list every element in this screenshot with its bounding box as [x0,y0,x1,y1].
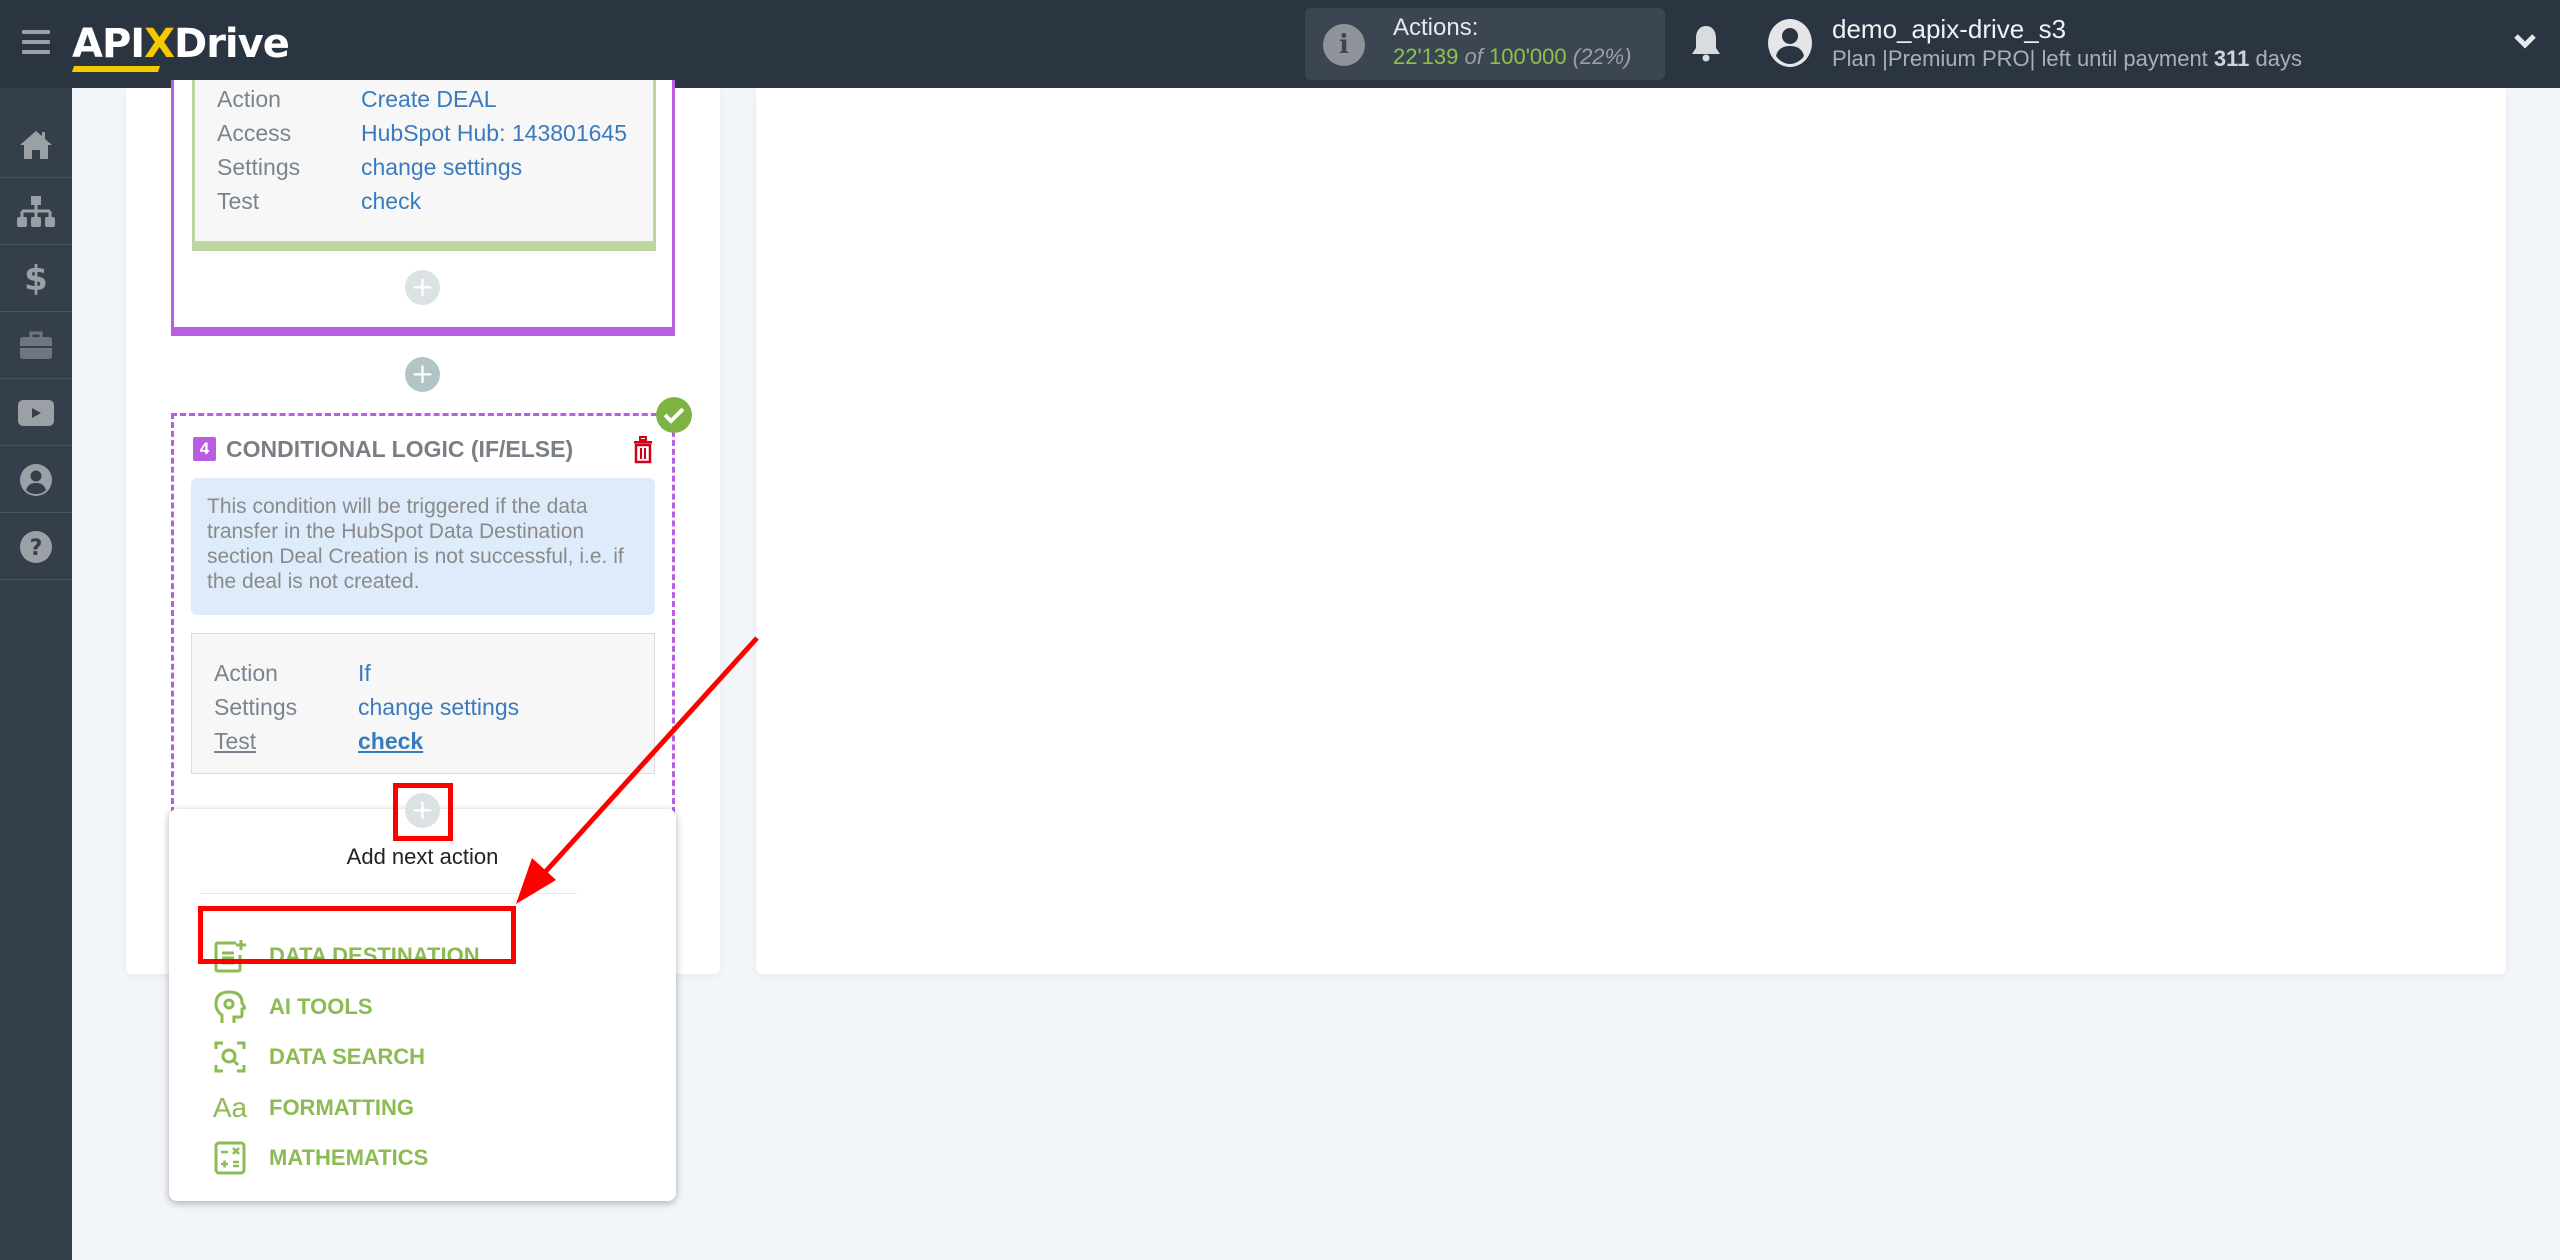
ai-tools-icon [214,990,246,1023]
menu-toggle-button[interactable] [22,30,50,54]
add-action-button[interactable]: + [405,357,440,392]
youtube-icon [18,399,54,426]
access-value-link[interactable]: HubSpot Hub: 143801645 [361,120,627,146]
menu-item-data-destination[interactable]: DATA DESTINATION [213,934,480,978]
row-test: Test check [214,724,423,758]
row-settings: Settings change settings [214,690,519,724]
logo-underline [71,66,161,72]
add-inner-action-button[interactable]: + [405,270,440,305]
change-settings-link[interactable]: change settings [358,694,519,720]
question-circle-icon: ? [20,530,52,563]
trash-icon[interactable] [632,436,654,464]
dollar-icon: $ [24,258,48,299]
menu-item-label: FORMATTING [269,1095,415,1120]
svg-text:?: ? [30,536,43,561]
sidebar-item-connections[interactable] [0,179,72,245]
sidebar-item-billing[interactable]: $ [0,246,72,312]
sitemap-icon [17,195,55,227]
menu-item-label: MATHEMATICS [269,1145,429,1170]
details-panel [756,88,2506,974]
row-key: Test [214,728,257,754]
chevron-down-icon[interactable] [2512,30,2538,52]
top-bar: APIXDrive i Actions: 22'139 of 100'000 (… [0,0,2560,88]
hamburger-line [22,40,50,44]
menu-item-mathematics[interactable]: MATHEMATICS [213,1136,428,1180]
row-key: Settings [214,694,298,720]
user-circle-icon [20,463,52,496]
condition-description: This condition will be triggered if the … [191,478,655,615]
username[interactable]: demo_apix-drive_s3 [1832,14,2066,45]
logo-text-x: X [144,21,175,67]
row-access: Access HubSpot Hub: 143801645 [217,116,627,150]
sidebar-item-help[interactable]: ? [0,514,72,580]
home-icon [20,130,52,159]
row-action: Action If [214,656,371,690]
apixdrive-logo[interactable]: APIXDrive [71,14,290,74]
sidebar-item-account[interactable] [0,447,72,513]
menu-item-ai-tools[interactable]: AI TOOLS [213,985,373,1029]
sidebar-item-home[interactable] [0,112,72,178]
actions-used: 22'139 [1393,44,1459,69]
menu-item-formatting[interactable]: Aa FORMATTING [213,1086,414,1130]
block-title: CONDITIONAL LOGIC (IF/ELSE) [226,436,574,462]
add-next-action-button[interactable]: + [405,793,440,828]
menu-item-label: DATA DESTINATION [269,943,480,968]
actions-of: of [1464,44,1483,69]
add-next-action-menu: Add next action DATA DESTINATION AI TOOL… [169,809,676,1201]
check-link[interactable]: check [358,728,423,754]
row-key: Test [217,188,260,214]
action-value-link[interactable]: Create DEAL [361,86,497,112]
plan-info: Plan |Premium PRO| left until payment 31… [1832,46,2302,72]
action-value-link[interactable]: If [358,660,371,686]
destination-block-details: Action Create DEAL Access HubSpot Hub: 143… [192,80,656,251]
menu-divider [201,893,577,894]
check-link[interactable]: check [361,188,421,214]
sidebar: $ ? [0,88,72,1260]
actions-label: Actions: [1393,14,1479,41]
success-check-icon [656,397,692,433]
logo-text-api: API [72,21,145,67]
row-key: Access [217,120,292,146]
conditional-block-details: Action If Settings change settings Test che… [191,633,655,774]
change-settings-link[interactable]: change settings [361,154,522,180]
user-avatar-icon[interactable] [1766,18,1814,68]
days-left: 311 [2213,46,2250,71]
menu-title: Add next action [346,844,499,869]
menu-item-data-search[interactable]: DATA SEARCH [213,1035,425,1079]
actions-value: 22'139 of 100'000 (22%) [1393,44,1631,70]
data-search-icon [214,1041,246,1073]
data-destination-icon [214,940,246,973]
actions-percent: (22%) [1572,44,1632,69]
row-action: Action Create DEAL [217,82,497,116]
row-test: Test check [217,184,421,218]
mathematics-icon [214,1141,246,1175]
row-key: Settings [217,154,301,180]
row-settings: Settings change settings [217,150,522,184]
plan-text: Plan |Premium PRO| left until payment [1832,46,2208,71]
menu-item-label: AI TOOLS [269,994,373,1019]
step-number-badge: 4 [193,437,216,461]
menu-item-label: DATA SEARCH [269,1044,426,1069]
row-key: Action [214,660,278,686]
row-key: Action [217,86,281,112]
info-icon: i [1323,24,1365,66]
sidebar-item-videos[interactable] [0,380,72,446]
logo-text-drive: Drive [174,21,290,67]
bell-icon[interactable] [1690,24,1722,62]
formatting-icon: Aa [212,1092,248,1123]
hamburger-line [22,30,50,34]
sidebar-item-tools[interactable] [0,313,72,379]
briefcase-icon [20,331,52,359]
days-suffix: days [2255,46,2303,71]
hamburger-line [22,50,50,54]
actions-total: 100'000 [1489,44,1567,69]
destination-block: Action Create DEAL Access HubSpot Hub: 143… [171,80,675,336]
actions-counter[interactable]: i Actions: 22'139 of 100'000 (22%) [1305,8,1665,80]
